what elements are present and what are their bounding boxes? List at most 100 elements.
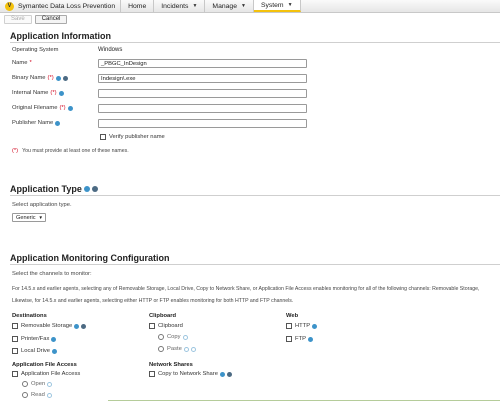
chevron-down-icon: ▼	[192, 3, 198, 9]
file-access-option[interactable]: Application File Access	[12, 371, 80, 377]
help-icon[interactable]	[182, 334, 188, 340]
publisher-name-input[interactable]	[98, 119, 307, 128]
clipboard-copy-radio[interactable]	[158, 334, 164, 340]
help-icon[interactable]	[74, 323, 80, 329]
save-button[interactable]: Save	[4, 14, 32, 24]
printer-fax-checkbox[interactable]	[12, 336, 18, 342]
internal-name-input[interactable]	[98, 89, 307, 98]
nav-incidents[interactable]: Incidents ▼	[154, 0, 206, 12]
help-icon[interactable]	[219, 371, 225, 377]
cancel-button[interactable]: Cancel	[34, 14, 68, 24]
footnote-text: You must provide at least one of these n…	[22, 148, 129, 154]
network-share-checkbox[interactable]	[149, 371, 155, 377]
os-value: Windows	[98, 47, 123, 53]
clipboard-paste-option[interactable]: Paste	[158, 346, 196, 352]
network-share-label: Copy to Network Share	[158, 371, 218, 377]
info-icon[interactable]	[81, 323, 87, 329]
file-access-open-label: Open	[31, 381, 46, 387]
file-access-read-option[interactable]: Read	[22, 392, 52, 398]
binary-name-label: Binary Name (*)	[12, 75, 68, 81]
original-filename-label-text: Original Filename	[12, 105, 58, 111]
help-icon[interactable]	[67, 105, 73, 111]
binary-name-label-text: Binary Name	[12, 75, 46, 81]
network-share-option[interactable]: Copy to Network Share	[149, 371, 232, 377]
ftp-label: FTP	[295, 336, 306, 342]
verify-publisher-label: Verify publisher name	[109, 134, 165, 140]
verify-publisher-option[interactable]: Verify publisher name	[100, 134, 165, 140]
either-required-marker: (*)	[50, 90, 57, 96]
local-drive-option[interactable]: Local Drive	[12, 348, 57, 354]
nav-system[interactable]: System ▼	[253, 0, 301, 12]
help-icon[interactable]	[183, 346, 189, 352]
binary-name-input[interactable]: Indesign\.exe	[98, 74, 307, 83]
clipboard-paste-radio[interactable]	[158, 346, 164, 352]
help-icon[interactable]	[58, 90, 64, 96]
info-icon[interactable]	[190, 346, 196, 352]
file-access-read-radio[interactable]	[22, 392, 28, 398]
brand[interactable]: V Symantec Data Loss Prevention	[0, 0, 122, 12]
network-shares-group-title: Network Shares	[149, 362, 193, 368]
either-required-marker: (*)	[12, 148, 19, 154]
http-label: HTTP	[295, 323, 311, 329]
select-channels-label: Select the channels to monitor:	[12, 271, 92, 277]
help-icon[interactable]	[55, 75, 61, 81]
file-access-open-radio[interactable]	[22, 381, 28, 387]
help-icon[interactable]	[51, 336, 57, 342]
nav-manage-label: Manage	[212, 2, 237, 10]
brand-title: Symantec Data Loss Prevention	[18, 2, 116, 10]
clipboard-option[interactable]: Clipboard	[149, 323, 183, 329]
application-type-select[interactable]: Generic ▼	[12, 213, 46, 222]
file-access-read-label: Read	[31, 392, 45, 398]
top-nav-bar: V Symantec Data Loss Prevention Home Inc…	[0, 0, 500, 13]
file-access-checkbox[interactable]	[12, 371, 18, 377]
info-icon[interactable]	[62, 75, 68, 81]
printer-fax-option[interactable]: Printer/Fax	[12, 336, 57, 342]
note-legacy-agents-storage: For 14.5.x and earlier agents, selecting…	[12, 286, 480, 292]
help-icon[interactable]	[312, 323, 318, 329]
publisher-name-label: Publisher Name	[12, 120, 61, 126]
verify-publisher-checkbox[interactable]	[100, 134, 106, 140]
section-divider	[10, 264, 500, 265]
name-input[interactable]: _PBGC_InDesign	[98, 59, 307, 68]
destinations-group-title: Destinations	[12, 313, 47, 319]
ftp-checkbox[interactable]	[286, 336, 292, 342]
chevron-down-icon: ▼	[287, 2, 293, 8]
original-filename-input[interactable]	[98, 104, 307, 113]
removable-storage-label: Removable Storage	[21, 323, 73, 329]
nav-home-label: Home	[128, 2, 147, 10]
file-access-label: Application File Access	[21, 371, 81, 377]
chevron-down-icon: ▼	[38, 215, 43, 220]
help-icon[interactable]	[47, 381, 53, 387]
nav-home[interactable]: Home	[121, 0, 155, 12]
section-divider	[10, 195, 500, 196]
info-icon[interactable]	[226, 371, 232, 377]
clipboard-copy-option[interactable]: Copy	[158, 334, 188, 340]
clipboard-group-title: Clipboard	[149, 313, 177, 319]
clipboard-label: Clipboard	[158, 323, 183, 329]
clipboard-paste-label: Paste	[167, 346, 182, 352]
removable-storage-checkbox[interactable]	[12, 323, 18, 329]
help-icon[interactable]	[46, 392, 52, 398]
ftp-option[interactable]: FTP	[286, 336, 313, 342]
help-icon[interactable]	[83, 186, 90, 192]
info-icon[interactable]	[91, 186, 98, 192]
help-icon[interactable]	[307, 336, 313, 342]
internal-name-label: Internal Name (*)	[12, 90, 64, 96]
note-legacy-agents-web: Likewise, for 14.5.x and earlier agents,…	[12, 298, 294, 304]
application-type-title: Application Type	[10, 184, 82, 194]
http-checkbox[interactable]	[286, 323, 292, 329]
action-toolbar: Save Cancel	[0, 13, 500, 25]
help-icon[interactable]	[52, 348, 57, 354]
local-drive-checkbox[interactable]	[12, 348, 18, 354]
http-option[interactable]: HTTP	[286, 323, 318, 329]
help-icon[interactable]	[55, 120, 61, 126]
clipboard-copy-label: Copy	[167, 334, 181, 340]
clipboard-checkbox[interactable]	[149, 323, 155, 329]
removable-storage-option[interactable]: Removable Storage	[12, 323, 87, 329]
application-type-selected: Generic	[16, 214, 36, 221]
file-access-open-option[interactable]: Open	[22, 381, 53, 387]
local-drive-label: Local Drive	[21, 348, 50, 354]
nav-incidents-label: Incidents	[161, 2, 189, 10]
nav-manage[interactable]: Manage ▼	[205, 0, 254, 12]
internal-name-label-text: Internal Name	[12, 90, 49, 96]
